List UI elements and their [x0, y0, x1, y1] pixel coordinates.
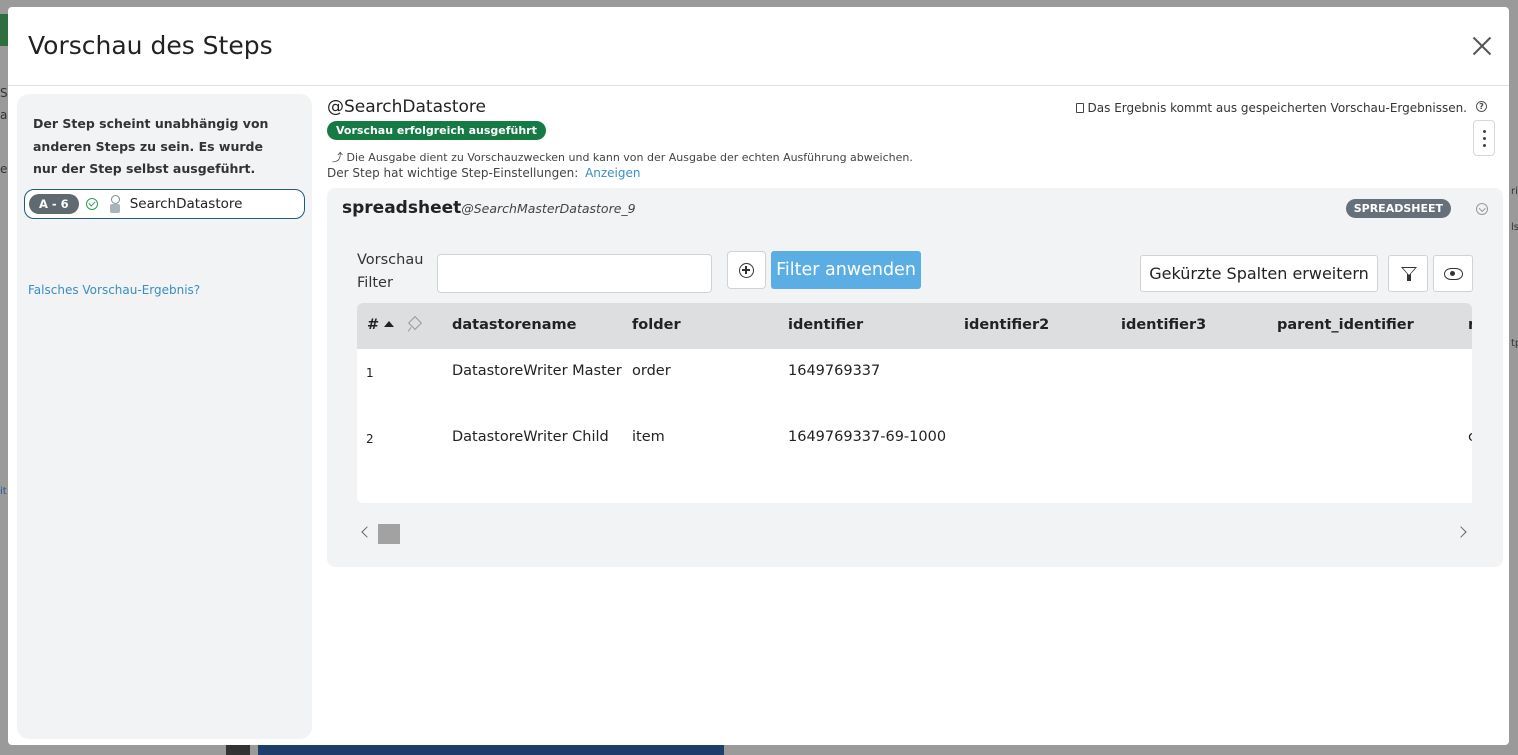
column-header[interactable]: datastorename — [452, 317, 576, 333]
cache-note-text: Das Ergebnis kommt aus gespeicherten Vor… — [1087, 101, 1467, 115]
column-header[interactable]: identifier3 — [1121, 317, 1206, 333]
apply-filter-button[interactable]: Filter anwenden — [771, 251, 921, 289]
show-settings-link[interactable]: Anzeigen — [585, 166, 640, 180]
background-text: a — [0, 108, 8, 122]
row-index: 2 — [366, 432, 374, 446]
table-row: 1 DatastoreWriter Master order 164976933… — [357, 349, 1472, 415]
sort-asc-icon[interactable] — [384, 321, 394, 327]
filter-label-line: Vorschau — [357, 252, 424, 268]
background-text: tp — [1511, 338, 1518, 349]
background-text: S — [0, 86, 8, 100]
filter-input[interactable] — [437, 254, 712, 293]
background-text: e — [0, 162, 8, 176]
help-icon[interactable]: ? — [1476, 101, 1487, 112]
table-row: 2 DatastoreWriter Child item 1649769337-… — [357, 415, 1472, 481]
filter-button[interactable] — [1388, 255, 1428, 292]
background-block — [226, 745, 250, 755]
eye-icon — [1444, 268, 1463, 280]
settings-line: Der Step hat wichtige Step-Einstellungen… — [327, 166, 641, 180]
check-circle-icon — [85, 198, 98, 210]
settings-text: Der Step hat wichtige Step-Einstellungen… — [327, 166, 579, 180]
column-header[interactable]: identifier2 — [964, 317, 1049, 333]
table-cell: c — [1468, 429, 1472, 445]
kebab-menu-icon[interactable] — [1473, 120, 1495, 156]
expand-columns-button[interactable]: Gekürzte Spalten erweitern — [1140, 255, 1378, 292]
visibility-button[interactable] — [1433, 255, 1473, 292]
background-text: ls — [1511, 222, 1518, 233]
cache-note: Das Ergebnis kommt aus gespeicherten Vor… — [1075, 101, 1467, 115]
dependency-description: Der Step scheint unabhängig von anderen … — [33, 116, 269, 176]
column-header[interactable]: identifier — [788, 317, 863, 333]
wrong-result-link[interactable]: Falsches Vorschau-Ergebnis? — [28, 283, 200, 297]
table-cell: item — [632, 429, 665, 445]
spreadsheet-card: spreadsheet@SearchMasterDatastore_9 SPRE… — [327, 188, 1503, 567]
filter-label: Vorschau Filter — [357, 249, 423, 295]
filter-label-line: Filter — [357, 275, 393, 291]
spreadsheet-name: spreadsheet — [342, 198, 462, 218]
preview-content: @SearchDatastore Vorschau erfolgreich au… — [327, 95, 1503, 740]
step-item[interactable]: A - 6 SearchDatastore — [24, 189, 305, 219]
pin-icon[interactable] — [408, 318, 420, 332]
spreadsheet-source: @SearchMasterDatastore_9 — [461, 201, 636, 216]
column-header[interactable]: folder — [632, 317, 681, 333]
table-cell: order — [632, 363, 671, 379]
row-index: 1 — [366, 366, 374, 380]
modal-title: Vorschau des Steps — [28, 31, 273, 60]
background-text: it — [0, 486, 7, 497]
modal-header: Vorschau des Steps — [8, 7, 1509, 86]
arrow-icon: ⤴ — [332, 151, 343, 164]
step-title: @SearchDatastore — [327, 97, 486, 117]
step-badge: A - 6 — [29, 194, 79, 214]
left-panel: Der Step scheint unabhängig von anderen … — [17, 94, 312, 739]
table-cell: 1649769337 — [788, 363, 881, 379]
status-badge: Vorschau erfolgreich ausgeführt — [327, 121, 546, 140]
preview-info: ⤴ Die Ausgabe dient zu Vorschauzwecken u… — [332, 149, 913, 165]
add-filter-button[interactable] — [727, 251, 766, 289]
column-header[interactable]: parent_identifier — [1277, 317, 1414, 333]
scroll-right-icon[interactable] — [1455, 526, 1467, 538]
background-text: ri — [1511, 186, 1518, 197]
column-header[interactable]: r — [1468, 317, 1472, 333]
scroll-left-icon[interactable] — [361, 526, 373, 538]
horizontal-scrollbar-thumb[interactable] — [378, 524, 400, 544]
spreadsheet-title: spreadsheet@SearchMasterDatastore_9 — [342, 198, 636, 218]
table-cell: DatastoreWriter Child — [452, 429, 609, 445]
data-table: # datastorename folder identifier identi… — [357, 303, 1472, 503]
column-header-index[interactable]: # — [367, 317, 379, 333]
preview-modal: Vorschau des Steps Der Step scheint unab… — [8, 7, 1509, 745]
table-cell: DatastoreWriter Master — [452, 363, 622, 379]
database-icon — [109, 195, 120, 213]
close-icon[interactable] — [1471, 35, 1493, 57]
table-header: # datastorename folder identifier identi… — [357, 303, 1472, 349]
step-name: SearchDatastore — [129, 196, 243, 212]
type-badge: SPREADSHEET — [1345, 199, 1451, 218]
clipboard-icon — [1075, 103, 1084, 113]
preview-info-text: Die Ausgabe dient zu Vorschauzwecken und… — [346, 151, 913, 164]
table-cell: 1649769337-69-1000 — [788, 429, 947, 445]
chevron-down-icon[interactable] — [1476, 203, 1488, 215]
